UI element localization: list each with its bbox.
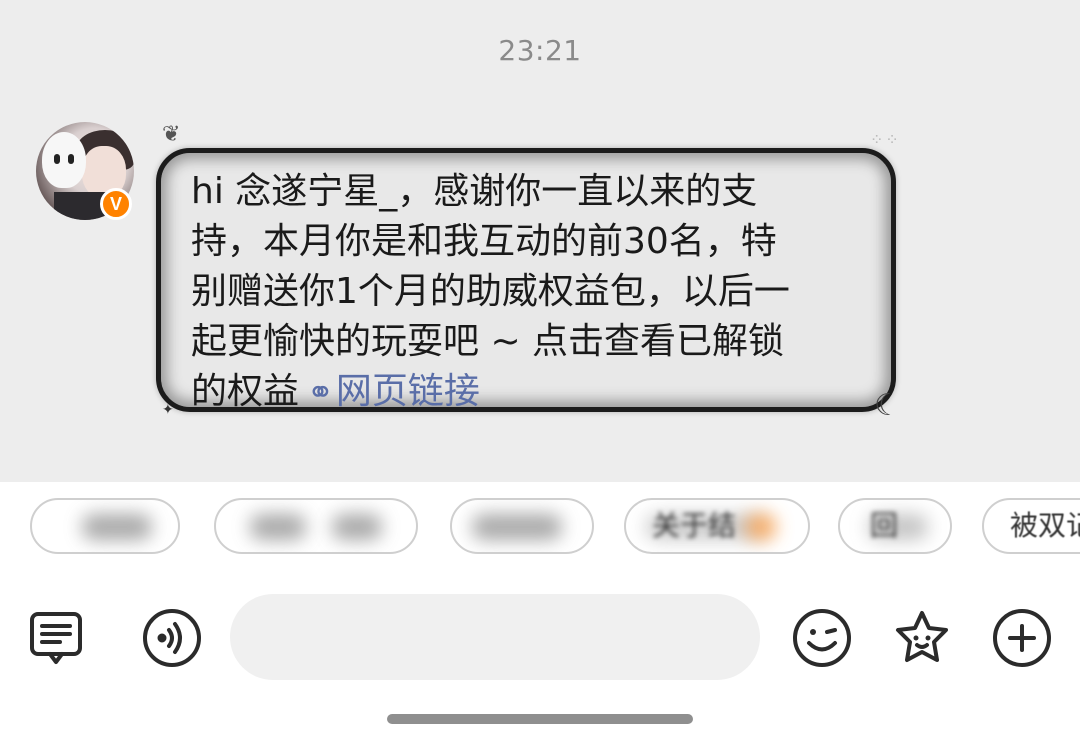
quick-reply-chip[interactable]: [214, 498, 418, 554]
star-sticker-icon[interactable]: [892, 608, 952, 668]
quick-reply-chip[interactable]: 关于结: [624, 498, 810, 554]
message-text: hi 念遂宁星_，感谢你一直以来的支 持，本月你是和我互动的前30名，特 别赠送…: [191, 167, 861, 417]
message-list-icon[interactable]: [26, 608, 86, 668]
sparkle-decoration-icon: ⁘⁘: [870, 130, 901, 149]
input-toolbar: [0, 580, 1080, 690]
emoji-icon[interactable]: [792, 608, 852, 668]
quick-reply-chip[interactable]: [30, 498, 180, 554]
message-bubble[interactable]: hi 念遂宁星_，感谢你一直以来的支 持，本月你是和我互动的前30名，特 别赠送…: [156, 148, 896, 412]
quick-reply-label: 回: [870, 509, 899, 542]
quick-reply-chip[interactable]: [450, 498, 594, 554]
verified-badge: V: [100, 188, 132, 220]
web-link[interactable]: 网页链接: [336, 371, 480, 412]
message-timestamp: 23:21: [498, 34, 582, 67]
butterfly-decoration-icon: ❦: [162, 122, 181, 147]
link-icon[interactable]: ⚭: [307, 373, 334, 411]
message-line: hi 念遂宁星_，感谢你一直以来的支: [191, 171, 758, 212]
quick-reply-row: 关于结 回 被双记: [0, 482, 1080, 570]
quick-reply-chip[interactable]: 回: [838, 498, 952, 554]
moon-decoration-icon: ☾: [874, 388, 901, 423]
quick-reply-chip[interactable]: 被双记: [982, 498, 1080, 554]
chat-area: 23:21 V ❦ ⁘⁘ hi 念遂宁星_，感谢你一直以来的支 持，本月你是和我…: [0, 0, 1080, 482]
home-indicator[interactable]: [387, 714, 693, 724]
message-line: 别赠送你1个月的助威权益包，以后一: [191, 271, 790, 312]
star-decoration-icon: ✦: [162, 402, 174, 418]
quick-reply-label: 被双记: [1010, 509, 1080, 542]
message-input[interactable]: [230, 594, 760, 680]
message-line-last: 的权益 ⚭网页链接: [191, 367, 861, 417]
add-icon[interactable]: [992, 608, 1052, 668]
quick-reply-label: 关于结: [652, 509, 737, 542]
message-line: 起更愉快的玩耍吧 ~ 点击查看已解锁: [191, 321, 785, 362]
voice-icon[interactable]: [142, 608, 202, 668]
message-line-text: 的权益: [191, 371, 300, 412]
message-line: 持，本月你是和我互动的前30名，特: [191, 221, 777, 262]
